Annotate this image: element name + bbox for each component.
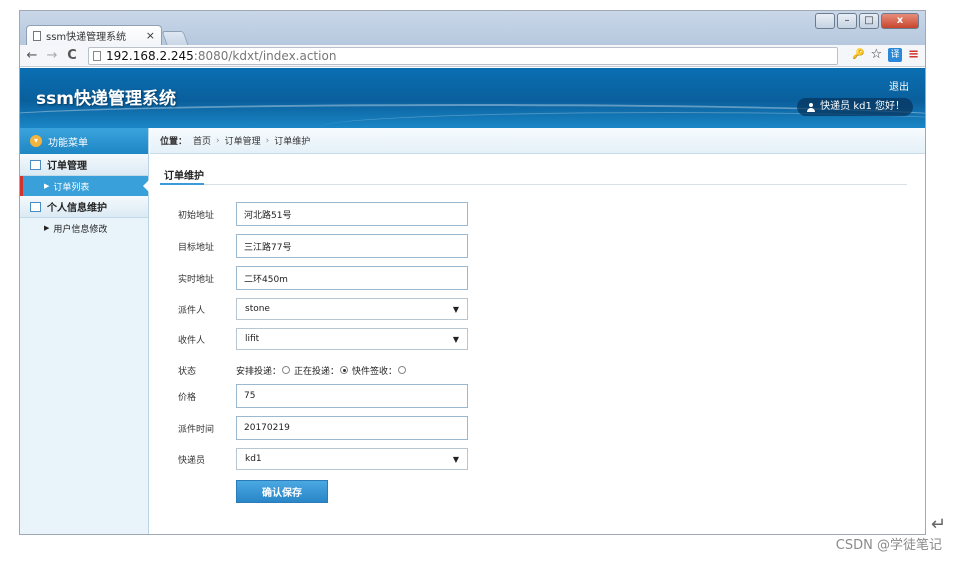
sidebar-group-profile[interactable]: 个人信息维护 (20, 196, 148, 218)
reload-icon[interactable]: C (64, 48, 80, 63)
receiver-select[interactable]: lifit ▼ (236, 328, 468, 350)
key-icon[interactable]: 🔑 (852, 49, 864, 60)
sender-value: stone (245, 304, 270, 314)
receiver-label: 收件人 (178, 335, 206, 346)
close-window-button[interactable]: x (881, 13, 919, 29)
status-label: 状态 (178, 366, 197, 377)
status-row: 状态 安排投递： 正在投递： 快件签收： (178, 358, 410, 382)
status-option-label: 快件签收： (352, 366, 398, 377)
status-radio-delivering[interactable] (340, 366, 349, 374)
courier-label: 快递员 (178, 455, 206, 466)
bookmark-star-icon[interactable]: ☆ (870, 47, 882, 62)
url-host: 192.168.2.245 (106, 49, 194, 63)
maximize-button[interactable]: □ (859, 13, 879, 29)
watermark: CSDN @学徒笔记 (835, 538, 942, 553)
breadcrumb-separator: › (265, 135, 270, 146)
return-arrow-icon: ↵ (930, 514, 946, 535)
document-icon (33, 30, 41, 41)
tab-title: ssm快递管理系统 (46, 32, 127, 43)
dispatch-time-label: 派件时间 (178, 424, 215, 435)
status-option-label: 正在投递： (294, 366, 340, 377)
chevron-down-icon: ▾ (30, 135, 42, 147)
sidebar-heading: ▾ 功能菜单 (20, 128, 148, 154)
price-label: 价格 (178, 392, 197, 403)
caret-right-icon: ▶ (44, 224, 50, 232)
logout-link[interactable]: 退出 (889, 78, 909, 93)
dispatch-time-row: 派件时间 20170219 (178, 416, 468, 440)
start-address-label: 初始地址 (178, 210, 215, 221)
address-bar[interactable]: 192.168.2.245:8080/kdxt/index.action (88, 47, 838, 65)
user-greeting: 快递员 kd1 您好！ (820, 101, 905, 112)
courier-row: 快递员 kd1 ▼ (178, 447, 468, 471)
status-option-label: 安排投递： (236, 366, 282, 377)
start-address-row: 初始地址 河北路51号 (178, 202, 468, 226)
breadcrumb-label: 位置： (160, 137, 188, 147)
receiver-row: 收件人 lifit ▼ (178, 327, 468, 351)
browser-window: ssm快递管理系统 × – □ x ← → C 192.168.2.245:80… (19, 10, 926, 535)
page-title: 订单维护 (164, 171, 204, 182)
price-row: 价格 75 (178, 384, 468, 408)
section-title-underline (160, 183, 204, 185)
breadcrumb: 位置： 首页 › 订单管理 › 订单维护 (150, 128, 925, 154)
target-address-label: 目标地址 (178, 242, 215, 253)
translate-extension-icon[interactable]: 译 (888, 47, 903, 62)
receiver-value: lifit (245, 334, 260, 344)
sender-label: 派件人 (178, 305, 206, 316)
sender-row: 派件人 stone ▼ (178, 297, 468, 321)
breadcrumb-orders[interactable]: 订单管理 (225, 134, 261, 147)
person-icon (807, 102, 816, 112)
status-radio-scheduled[interactable] (282, 366, 291, 374)
user-badge: 快递员 kd1 您好！ (797, 98, 913, 116)
new-tab-button[interactable] (161, 31, 189, 45)
sender-select[interactable]: stone ▼ (236, 298, 468, 320)
current-address-row: 实时地址 二环450m (178, 266, 468, 290)
browser-menu-icon[interactable]: ≡ (908, 47, 919, 62)
sidebar-heading-label: 功能菜单 (48, 137, 88, 149)
section-divider (160, 184, 907, 185)
current-address-label: 实时地址 (178, 274, 215, 285)
target-address-input[interactable]: 三江路77号 (236, 234, 468, 258)
breadcrumb-current: 订单维护 (274, 137, 311, 147)
dropdown-arrow-icon: ▼ (452, 454, 459, 464)
price-input[interactable]: 75 (236, 384, 468, 408)
page-icon (93, 51, 101, 61)
save-button[interactable]: 确认保存 (236, 480, 328, 503)
sidebar-item-label: 订单列表 (53, 182, 90, 193)
sidebar-item-label: 用户信息修改 (53, 224, 108, 235)
target-address-row: 目标地址 三江路77号 (178, 234, 468, 258)
app-header: ssm快递管理系统 退出 快递员 kd1 您好！ (20, 68, 925, 128)
status-radio-group: 安排投递： 正在投递： 快件签收： (236, 364, 410, 377)
courier-value: kd1 (245, 454, 262, 464)
minimize-button[interactable]: – (837, 13, 857, 29)
list-icon (30, 159, 41, 170)
start-address-input[interactable]: 河北路51号 (236, 202, 468, 226)
dropdown-arrow-icon: ▼ (452, 304, 459, 314)
sidebar: ▾ 功能菜单 订单管理 ▶ 订单列表 个人信息维护 ▶ 用户信息修改 (20, 128, 149, 534)
sidebar-item-order-list[interactable]: ▶ 订单列表 (20, 176, 149, 196)
sidebar-group-orders[interactable]: 订单管理 (20, 154, 148, 176)
window-controls: – □ x (815, 13, 919, 29)
courier-select[interactable]: kd1 ▼ (236, 448, 468, 470)
breadcrumb-separator: › (216, 135, 220, 146)
sidebar-group-label: 订单管理 (47, 161, 87, 172)
browser-tab[interactable]: ssm快递管理系统 × (26, 25, 162, 45)
sidebar-item-edit-user[interactable]: ▶ 用户信息修改 (20, 218, 148, 238)
tab-close-icon[interactable]: × (146, 29, 155, 42)
app-title: ssm快递管理系统 (36, 89, 176, 109)
status-radio-signed[interactable] (398, 366, 407, 374)
toolbar-actions: 🔑 ☆ 译 ≡ (852, 47, 919, 62)
calendar-icon (30, 201, 41, 212)
sidebar-group-label: 个人信息维护 (47, 203, 107, 214)
dispatch-time-input[interactable]: 20170219 (236, 416, 468, 440)
breadcrumb-home[interactable]: 首页 (193, 134, 211, 147)
url-path: :8080/kdxt/index.action (193, 49, 337, 63)
forward-icon[interactable]: → (44, 48, 60, 63)
back-icon[interactable]: ← (24, 48, 40, 63)
tab-strip: ssm快递管理系统 × – □ x (20, 11, 925, 45)
user-profile-icon[interactable] (815, 13, 835, 29)
browser-toolbar: ← → C 192.168.2.245:8080/kdxt/index.acti… (20, 45, 925, 67)
current-address-input[interactable]: 二环450m (236, 266, 468, 290)
caret-right-icon: ▶ (44, 182, 50, 190)
dropdown-arrow-icon: ▼ (452, 334, 459, 344)
